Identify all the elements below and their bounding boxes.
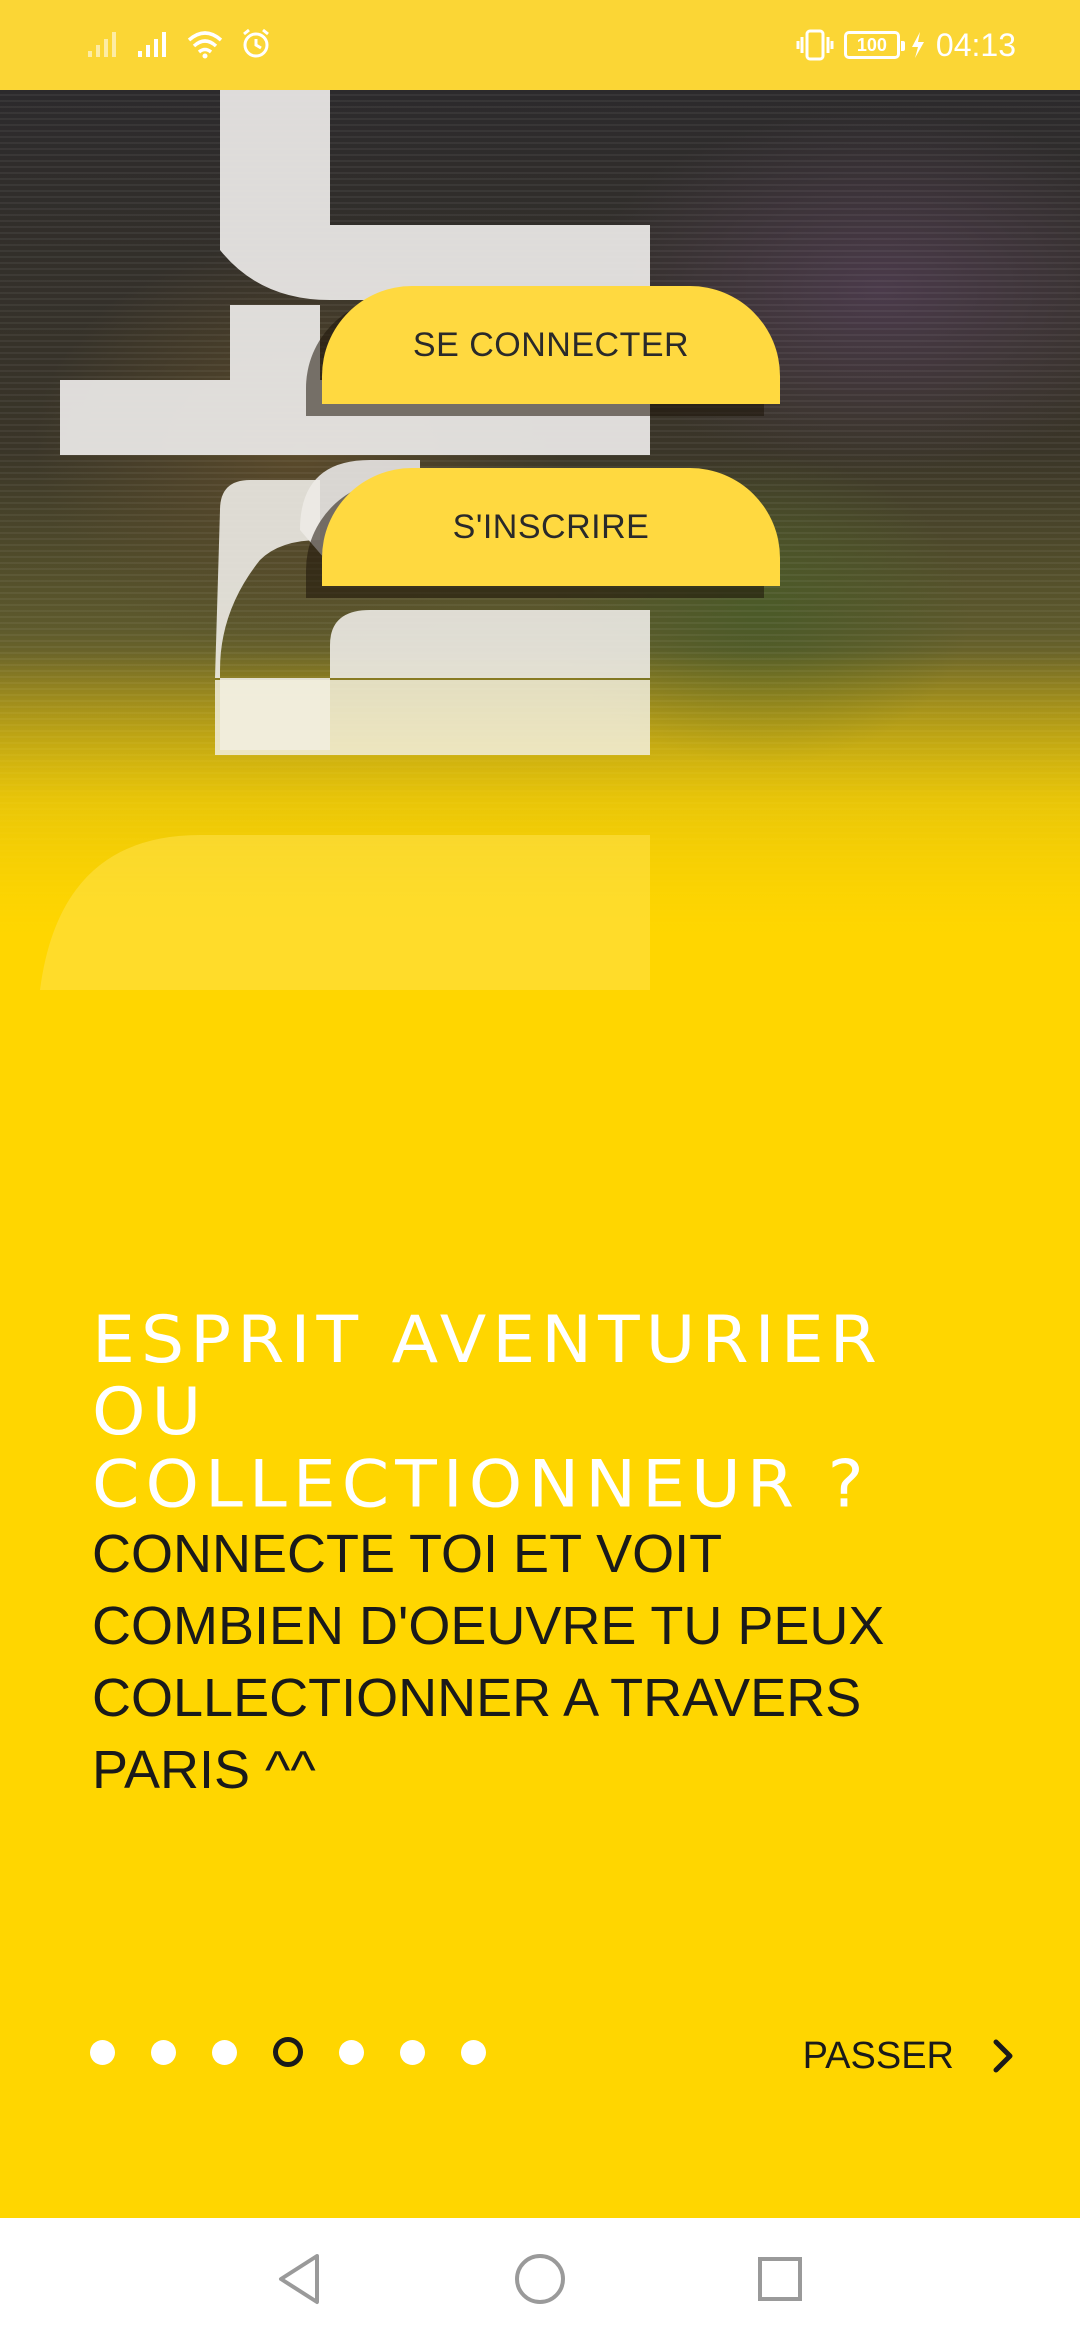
clock: 04:13: [935, 26, 1016, 63]
description-line: CONNECTE TOI ET VOIT: [92, 1524, 723, 1584]
wifi-icon: [187, 31, 223, 59]
signal-icon: [88, 32, 116, 57]
login-button[interactable]: SE CONNECTER: [322, 286, 780, 404]
page-dot[interactable]: [339, 2039, 364, 2065]
page-dot[interactable]: [400, 2039, 425, 2065]
page-dot[interactable]: [212, 2039, 237, 2065]
description-line: PARIS ^^: [92, 1740, 316, 1800]
app-logo-mark: [40, 90, 650, 990]
page-dot[interactable]: [90, 2039, 115, 2065]
status-right-icons: 100 04:13: [796, 22, 1016, 68]
page-dot[interactable]: [461, 2039, 486, 2065]
skip-button[interactable]: PASSER: [803, 2026, 1016, 2086]
battery-icon: 100: [843, 31, 905, 59]
status-bar: 100 04:13: [0, 0, 1080, 90]
onboarding-screen: 100 04:13 SE CONNECTER S'INSCRIRE ESPRIT…: [0, 0, 1080, 2340]
register-button[interactable]: S'INSCRIRE: [322, 468, 780, 586]
home-icon: [515, 2254, 565, 2304]
onboarding-description: CONNECTE TOI ET VOIT COMBIEN D'OEUVRE TU…: [92, 1518, 992, 1806]
charging-icon: [911, 32, 924, 58]
alarm-icon: [243, 28, 269, 58]
description-line: COLLECTIONNER A TRAVERS: [92, 1668, 862, 1728]
vibrate-icon: [796, 29, 834, 61]
description-line: COMBIEN D'OEUVRE TU PEUX: [92, 1596, 885, 1656]
battery-level: 100: [856, 35, 887, 55]
chevron-right-icon: [993, 2039, 1013, 2073]
onboarding-headline: ESPRIT AVENTURIER OU COLLECTIONNEUR ?: [92, 1305, 992, 1522]
signal-icon: [138, 32, 166, 57]
back-button[interactable]: [270, 2249, 330, 2309]
status-left-icons: [86, 24, 272, 64]
headline-line: ESPRIT AVENTURIER OU: [92, 1303, 883, 1451]
system-nav-bar: [0, 2218, 1080, 2340]
recents-icon: [758, 2257, 802, 2301]
back-icon: [279, 2254, 319, 2304]
page-indicator: [90, 2030, 486, 2074]
headline-line: COLLECTIONNEUR ?: [92, 1447, 870, 1523]
home-button[interactable]: [510, 2249, 570, 2309]
skip-label: PASSER: [802, 2034, 954, 2077]
page-dot-active[interactable]: [273, 2037, 303, 2067]
page-dot[interactable]: [151, 2039, 176, 2065]
recents-button[interactable]: [750, 2249, 810, 2309]
